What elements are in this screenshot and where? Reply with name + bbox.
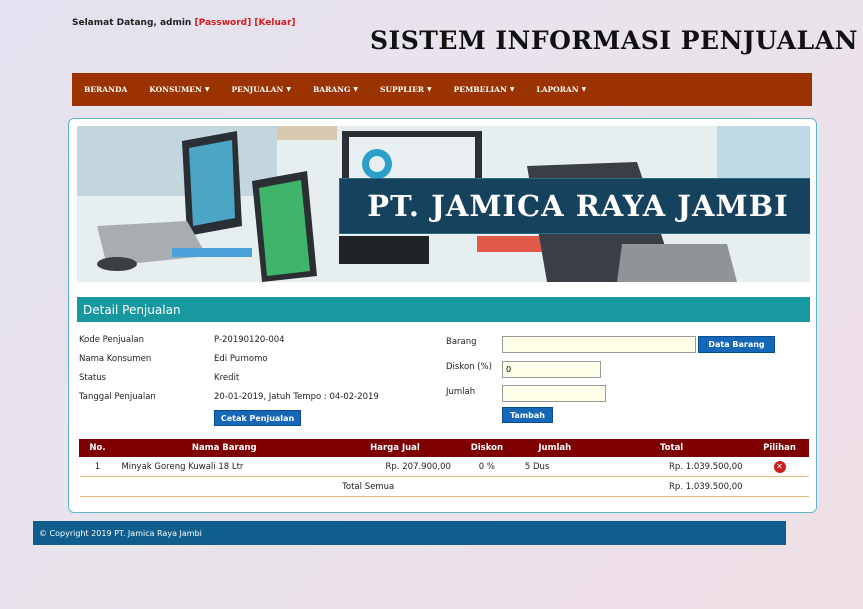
chevron-down-icon: ▼ [204, 86, 210, 93]
cell-total: Rp. 1.039.500,00 [592, 456, 751, 477]
nav-label: PENJUALAN [231, 85, 284, 94]
chevron-down-icon: ▼ [581, 86, 587, 93]
diskon-input[interactable] [502, 361, 601, 378]
chevron-down-icon: ▼ [509, 86, 515, 93]
nav-label: KONSUMEN [149, 85, 202, 94]
total-row: Total Semua Rp. 1.039.500,00 [79, 476, 809, 497]
print-button[interactable]: Cetak Penjualan [214, 410, 301, 426]
site-title: SISTEM INFORMASI PENJUALAN [370, 26, 858, 55]
footer: © Copyright 2019 PT. Jamica Raya Jambi [33, 521, 786, 545]
total-spacer-end [750, 476, 809, 497]
col-harga: Harga Jual [332, 439, 458, 457]
total-spacer [516, 476, 593, 497]
nav-laporan[interactable]: LAPORAN ▼ [536, 85, 586, 94]
nav-label: BARANG [312, 85, 351, 94]
banner-image: PT. JAMICA RAYA JAMBI [77, 126, 810, 282]
barang-label: Barang [446, 337, 477, 347]
kode-label: Kode Penjualan [79, 335, 145, 345]
items-table: No. Nama Barang Harga Jual Diskon Jumlah… [79, 439, 809, 497]
cell-harga: Rp. 207.900,00 [333, 456, 457, 477]
section-title: Detail Penjualan [77, 297, 810, 322]
diskon-label: Diskon (%) [446, 362, 492, 372]
chevron-down-icon: ▼ [353, 86, 359, 93]
chevron-down-icon: ▼ [286, 86, 291, 93]
total-value: Rp. 1.039.500,00 [592, 476, 751, 497]
tanggal-label: Tanggal Penjualan [79, 392, 156, 402]
col-pilihan: Pilihan [750, 439, 809, 457]
banner-title: PT. JAMICA RAYA JAMBI [339, 178, 810, 234]
cell-pilihan: ✕ [750, 456, 809, 477]
main-nav: BERANDA KONSUMEN ▼ PENJUALAN ▼ BARANG ▼ SUP… [72, 73, 812, 106]
data-barang-button[interactable]: Data Barang [698, 336, 775, 353]
password-link[interactable]: [Password] [194, 18, 251, 28]
cell-jumlah: 5 Dus [516, 456, 593, 477]
table-header-row: No. Nama Barang Harga Jual Diskon Jumlah… [79, 439, 809, 457]
nav-label: SUPPLIER [380, 85, 425, 94]
welcome-text: Selamat Datang, admin [Password] [Keluar… [72, 18, 296, 28]
nav-label: LAPORAN [536, 85, 579, 94]
nav-beranda[interactable]: BERANDA [84, 85, 127, 94]
logout-link[interactable]: [Keluar] [254, 18, 295, 28]
delete-icon[interactable]: ✕ [773, 460, 786, 473]
tanggal-value: 20-01-2019, Jatuh Tempo : 04-02-2019 [214, 392, 379, 402]
nav-supplier[interactable]: SUPPLIER ▼ [380, 85, 432, 94]
jumlah-label: Jumlah [446, 387, 476, 397]
cell-diskon: 0 % [456, 456, 517, 477]
jumlah-input[interactable] [502, 385, 606, 402]
col-no: No. [79, 439, 116, 457]
col-jumlah: Jumlah [516, 439, 594, 457]
chevron-down-icon: ▼ [427, 86, 432, 93]
nav-label: PEMBELIAN [453, 85, 507, 94]
status-label: Status [79, 373, 107, 383]
nav-label: BERANDA [84, 85, 128, 94]
cell-nama: Minyak Goreng Kuwali 18 Ltr [115, 456, 334, 477]
konsumen-label: Nama Konsumen [79, 354, 152, 364]
nav-penjualan[interactable]: PENJUALAN ▼ [231, 85, 290, 94]
col-nama: Nama Barang [114, 439, 334, 457]
kode-value: P-20190120-004 [214, 335, 285, 345]
nav-konsumen[interactable]: KONSUMEN ▼ [149, 85, 209, 94]
col-total: Total [592, 439, 752, 457]
nav-pembelian[interactable]: PEMBELIAN ▼ [454, 85, 515, 94]
barang-input[interactable] [502, 336, 696, 353]
table-row: 1 Minyak Goreng Kuwali 18 Ltr Rp. 207.90… [79, 456, 809, 477]
welcome-greeting: Selamat Datang, admin [72, 18, 192, 28]
konsumen-value: Edi Purnomo [214, 354, 268, 364]
status-value: Kredit [214, 373, 240, 383]
cell-no: 1 [79, 456, 116, 477]
nav-barang[interactable]: BARANG ▼ [313, 85, 358, 94]
col-diskon: Diskon [456, 439, 518, 457]
total-label: Total Semua [79, 476, 517, 497]
content-card: PT. JAMICA RAYA JAMBI Detail Penjualan K… [68, 118, 817, 513]
add-button[interactable]: Tambah [502, 407, 553, 423]
